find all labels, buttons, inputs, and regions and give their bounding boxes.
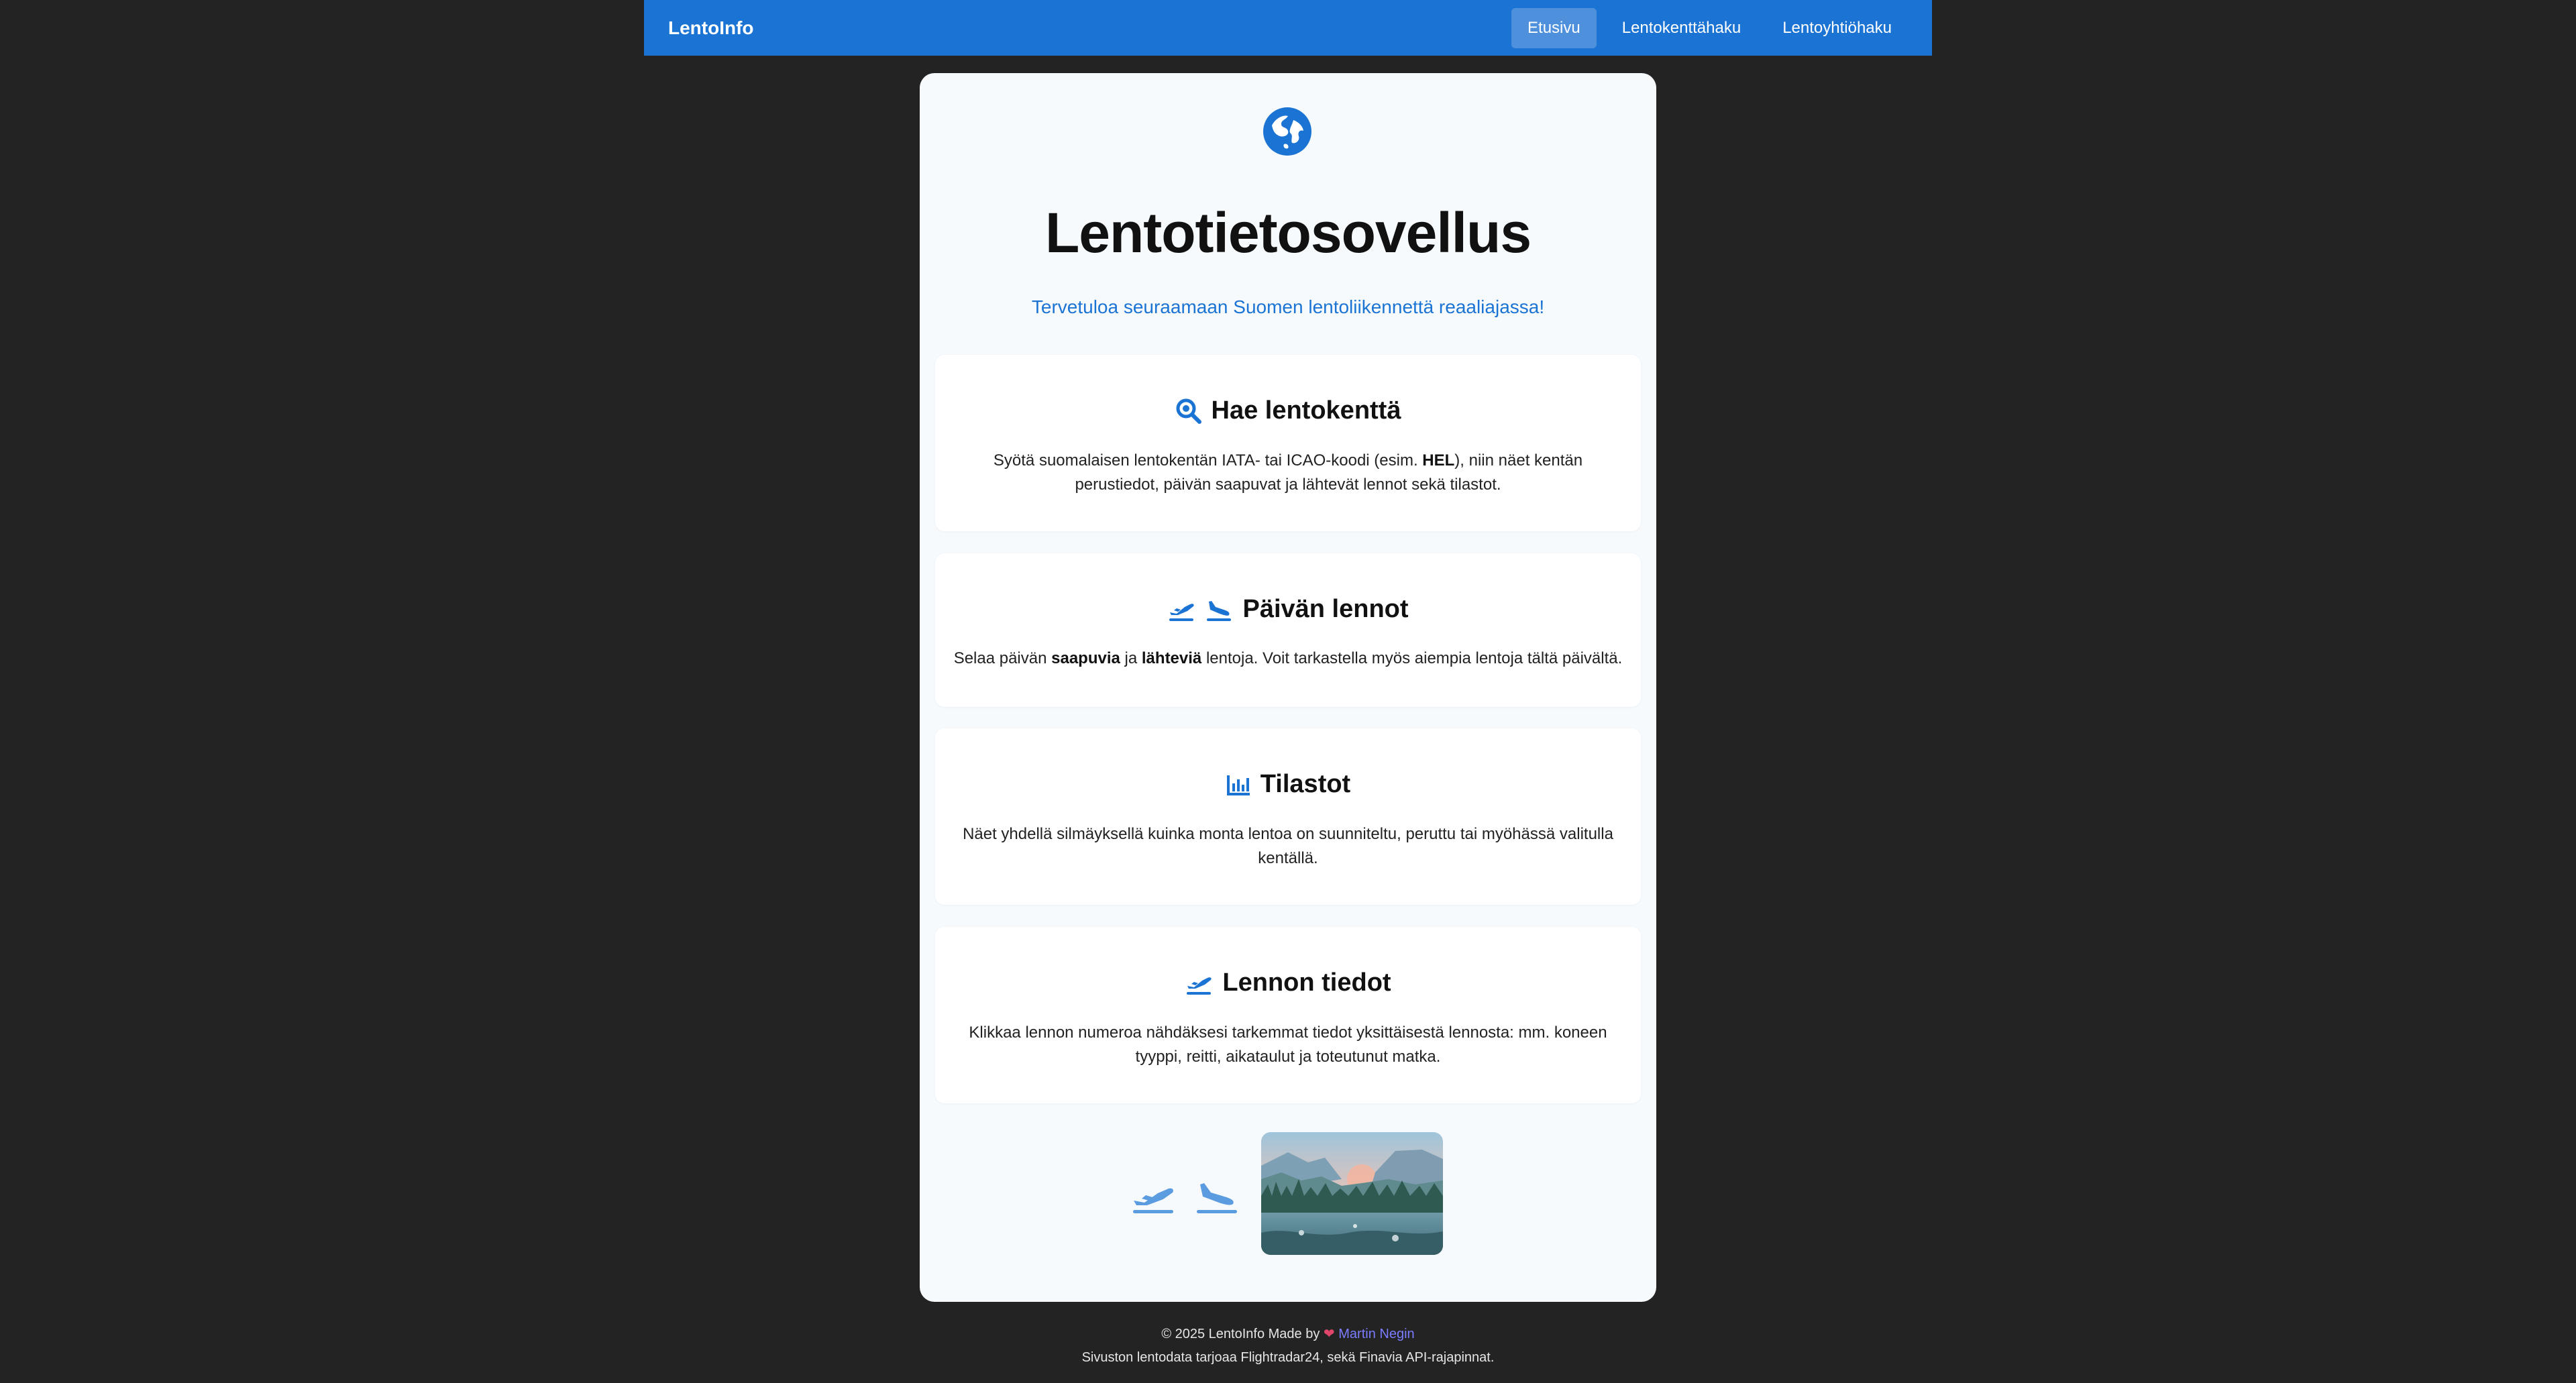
card-daily-flights: Päivän lennot Selaa päivän saapuvia ja l… [935, 553, 1641, 707]
plane-departure-icon [1133, 1188, 1173, 1213]
plane-arrival-icon [1207, 600, 1232, 621]
card-airport-search: Hae lentokenttä Syötä suomalaisen lentok… [935, 355, 1641, 531]
card-description: Selaa päivän saapuvia ja lähteviä lentoj… [953, 649, 1623, 667]
page-title: Lentotietosovellus [1044, 201, 1532, 264]
footer-copyright: © 2025 LentoInfo Made by [1161, 1327, 1320, 1341]
footer-credits: © 2025 LentoInfo Made by ❤ Martin Negin [0, 1325, 2576, 1342]
example-code: HEL [1422, 451, 1455, 469]
landscape-photo [1261, 1132, 1443, 1255]
nav-link-lentoyhtiohaku[interactable]: Lentoyhtiöhaku [1766, 8, 1908, 48]
card-description: Näet yhdellä silmäyksellä kuinka monta l… [963, 825, 1613, 867]
author-link[interactable]: Martin Negin [1338, 1327, 1414, 1341]
footer-data-sources: Sivuston lentodata tarjoaa Flightradar24… [1081, 1350, 1495, 1365]
nav-link-etusivu[interactable]: Etusivu [1511, 7, 1597, 48]
search-icon [1176, 398, 1201, 424]
heart-icon: ❤ [1323, 1327, 1335, 1341]
plane-departure-icon [1169, 603, 1195, 621]
card-title: Lennon tiedot [1222, 969, 1391, 997]
bar-chart-icon [1226, 775, 1250, 795]
card-flight-details: Lennon tiedot Klikkaa lennon numeroa näh… [935, 927, 1641, 1103]
main-panel: Lentotietosovellus Tervetuloa seuraamaan… [920, 73, 1656, 1302]
brand-logo[interactable]: LentoInfo [668, 17, 754, 39]
card-title: Hae lentokenttä [1211, 396, 1401, 425]
nav-links: Etusivu Lentokenttähaku Lentoyhtiöhaku [1511, 7, 1908, 48]
nav-link-lentokenttahaku[interactable]: Lentokenttähaku [1606, 8, 1757, 48]
card-title: Päivän lennot [1242, 595, 1409, 623]
card-description: Klikkaa lennon numeroa nähdäksesi tarkem… [969, 1024, 1607, 1066]
globe-icon [1263, 107, 1311, 156]
card-header: Päivän lennot [935, 595, 1641, 624]
decoration-row [920, 1132, 1656, 1256]
card-description: Syötä suomalaisen lentokentän IATA- tai … [993, 451, 1583, 494]
card-header: Lennon tiedot [935, 969, 1641, 997]
plane-departure-icon [1187, 977, 1212, 995]
page-subtitle: Tervetuloa seuraamaan Suomen lentoliiken… [1031, 296, 1545, 317]
card-title: Tilastot [1260, 770, 1351, 798]
card-header: Tilastot [935, 770, 1641, 799]
card-statistics: Tilastot Näet yhdellä silmäyksellä kuink… [935, 728, 1641, 905]
plane-arrival-icon [1197, 1183, 1237, 1213]
top-navbar: LentoInfo Etusivu Lentokenttähaku Lentoy… [644, 0, 1932, 56]
card-header: Hae lentokenttä [935, 396, 1641, 425]
